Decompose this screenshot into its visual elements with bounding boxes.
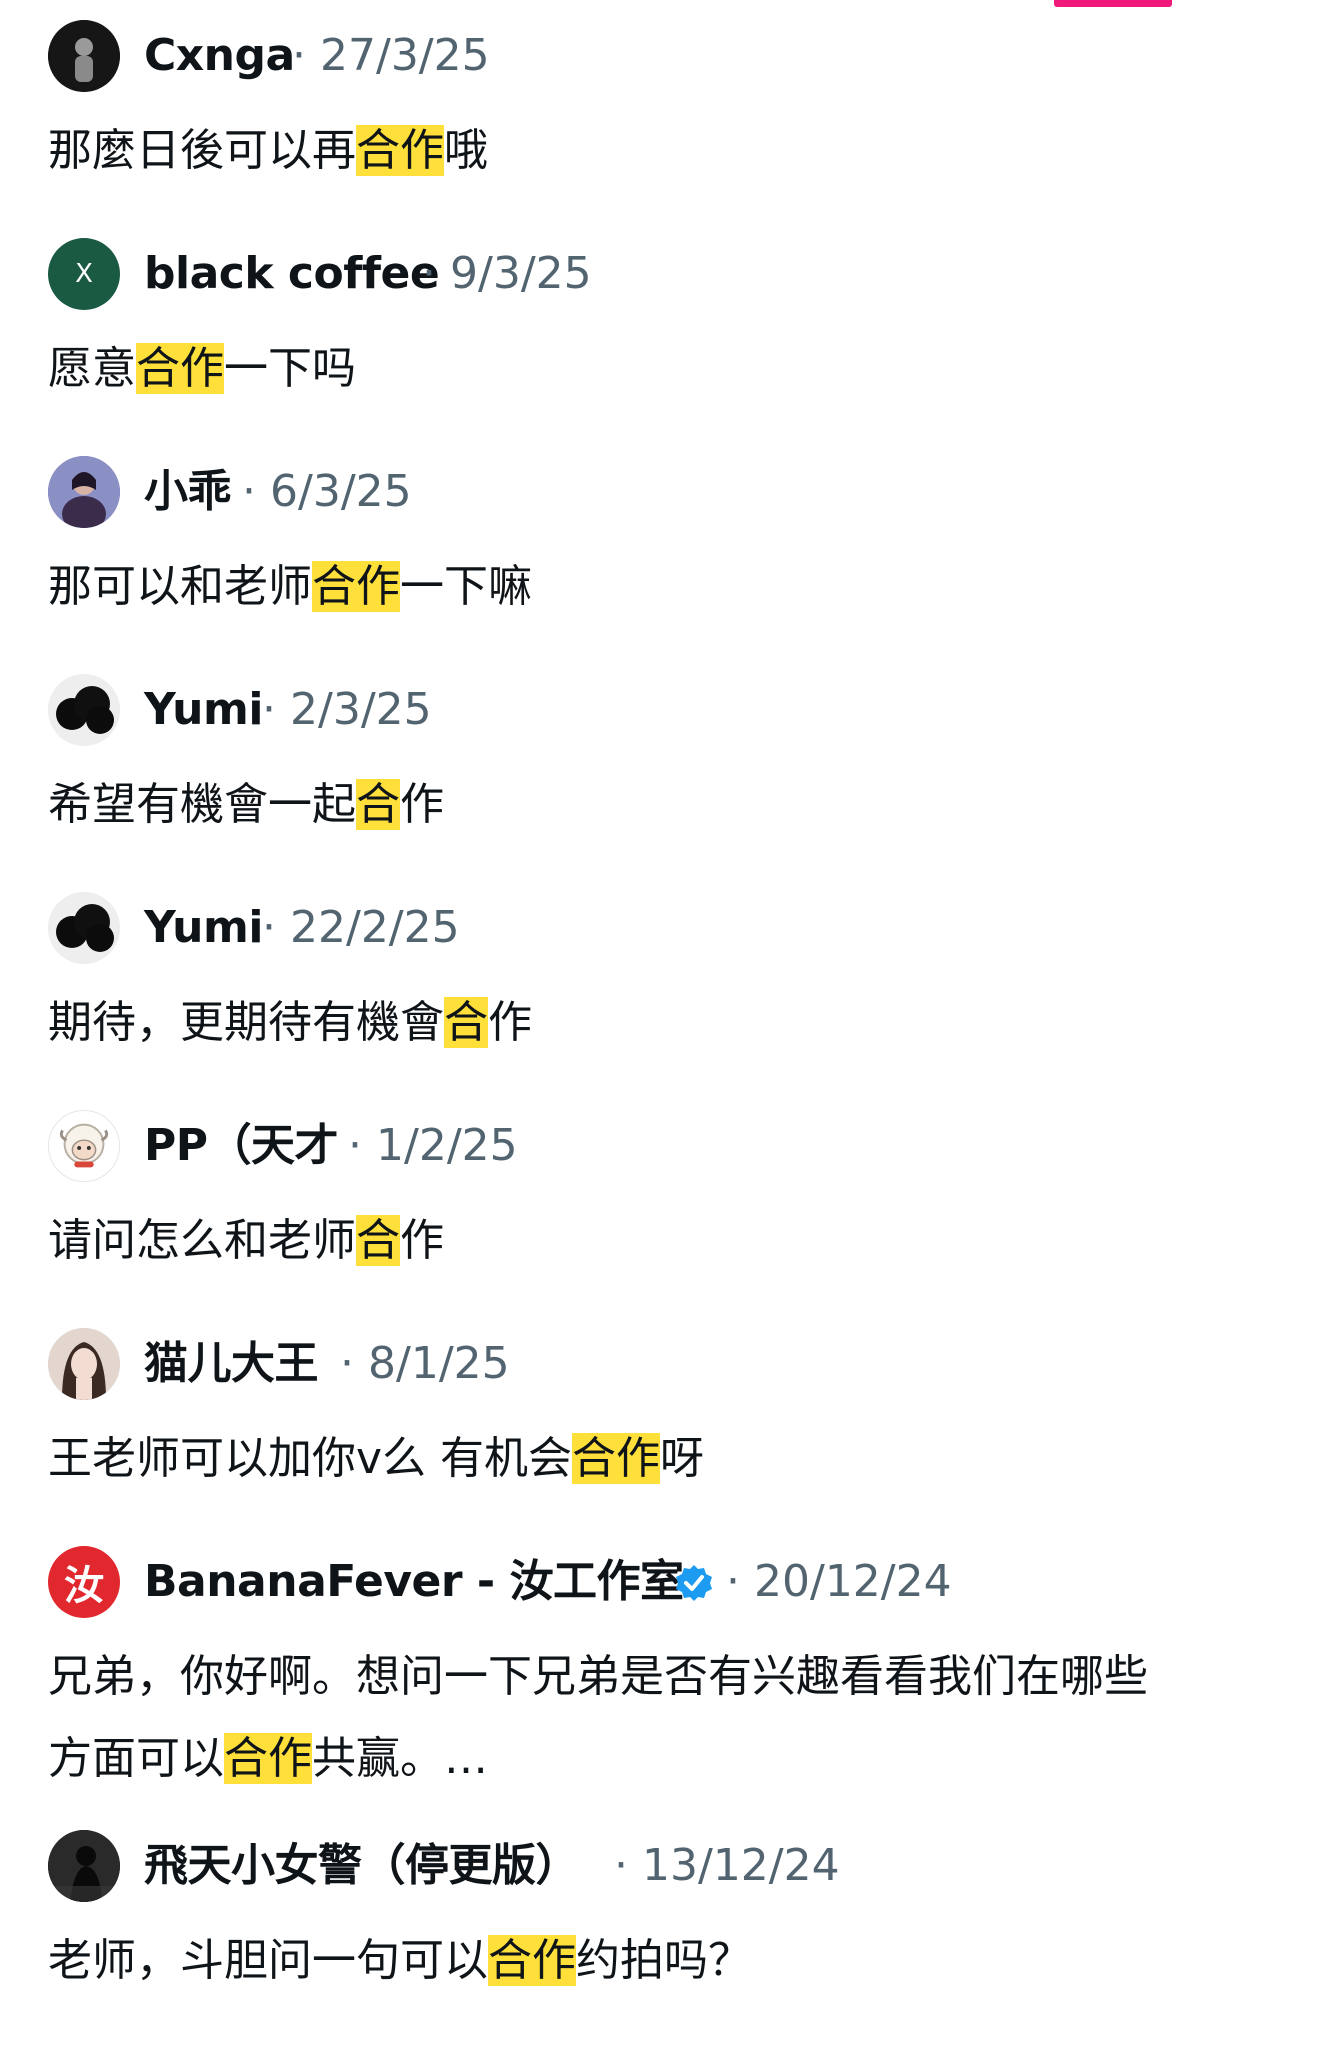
comment-date: · 20/12/24: [726, 1556, 952, 1607]
avatar[interactable]: [48, 1328, 120, 1400]
author-name[interactable]: Yumi: [144, 892, 263, 964]
avatar[interactable]: X: [48, 238, 120, 310]
verified-badge-icon: [676, 1565, 712, 1601]
highlight: 合作: [356, 125, 444, 176]
comment-text: 兄弟，你好啊。想问一下兄弟是否有兴趣看看我们在哪些 方面可以合作共赢。…: [48, 1636, 1278, 1800]
comment-date: · 8/1/25: [340, 1338, 510, 1389]
top-accent-bar: [1054, 0, 1172, 7]
avatar-silhouette-icon: [48, 1830, 120, 1902]
avatar[interactable]: [48, 892, 120, 964]
highlight: 合作: [572, 1433, 661, 1484]
author-name[interactable]: PP（天才: [144, 1110, 339, 1182]
comment-date: · 2/3/25: [262, 684, 432, 735]
comment-date: · 1/2/25: [348, 1120, 518, 1171]
comment-text: 请问怎么和老师合作: [48, 1215, 444, 1266]
avatar[interactable]: [48, 1830, 120, 1902]
highlight: 合: [356, 1215, 400, 1266]
highlight: 合: [444, 997, 488, 1048]
avatar[interactable]: 汝: [48, 1546, 120, 1618]
comment-text: 愿意合作一下吗: [48, 343, 356, 394]
avatar-cloud-icon: [48, 674, 120, 746]
avatar-portrait-icon: [48, 1328, 120, 1400]
avatar-sheep-icon: [59, 1123, 109, 1168]
author-name[interactable]: 小乖: [144, 456, 232, 528]
highlight: 合作: [312, 561, 400, 612]
comment-text: 期待，更期待有機會合作: [48, 997, 532, 1048]
avatar[interactable]: [48, 674, 120, 746]
comment-text: 那可以和老师合作一下嘛: [48, 561, 532, 612]
avatar-cloud-icon: [48, 892, 120, 964]
comment-text: 希望有機會一起合作: [48, 779, 444, 830]
author-name[interactable]: 飛天小女警（停更版）: [144, 1830, 580, 1902]
avatar-photo-icon: [48, 456, 120, 528]
comment-text: 王老师可以加你v么 有机会合作呀: [48, 1433, 705, 1484]
comment-text: 那麼日後可以再合作哦: [48, 125, 488, 176]
comment-date: · 6/3/25: [242, 466, 412, 517]
author-name[interactable]: black coffee: [144, 238, 440, 310]
highlight: 合作: [488, 1935, 576, 1986]
author-name[interactable]: 猫儿大王: [144, 1328, 319, 1400]
author-name[interactable]: Yumi: [144, 674, 263, 746]
avatar-letter: X: [75, 259, 93, 289]
avatar-letter: 汝: [64, 1563, 104, 1609]
comment-date: · 13/12/24: [614, 1840, 840, 1891]
highlight: 合作: [136, 343, 224, 394]
avatar[interactable]: [48, 1110, 120, 1182]
author-name[interactable]: BananaFever - 汝工作室: [144, 1546, 684, 1618]
comment-date: · 9/3/25: [422, 248, 592, 299]
author-name[interactable]: Cxnga: [144, 20, 295, 92]
comment-text-line: 兄弟，你好啊。想问一下兄弟是否有兴趣看看我们在哪些: [48, 1651, 1148, 1702]
avatar[interactable]: [48, 20, 120, 92]
comment-date: · 27/3/25: [292, 30, 490, 81]
highlight: 合: [356, 779, 400, 830]
comment-text: 老师，斗胆问一句可以合作约拍吗？: [48, 1935, 752, 1986]
avatar-figure-icon: [48, 20, 120, 92]
highlight: 合作: [224, 1733, 312, 1784]
avatar[interactable]: [48, 456, 120, 528]
comment-date: · 22/2/25: [262, 902, 460, 953]
